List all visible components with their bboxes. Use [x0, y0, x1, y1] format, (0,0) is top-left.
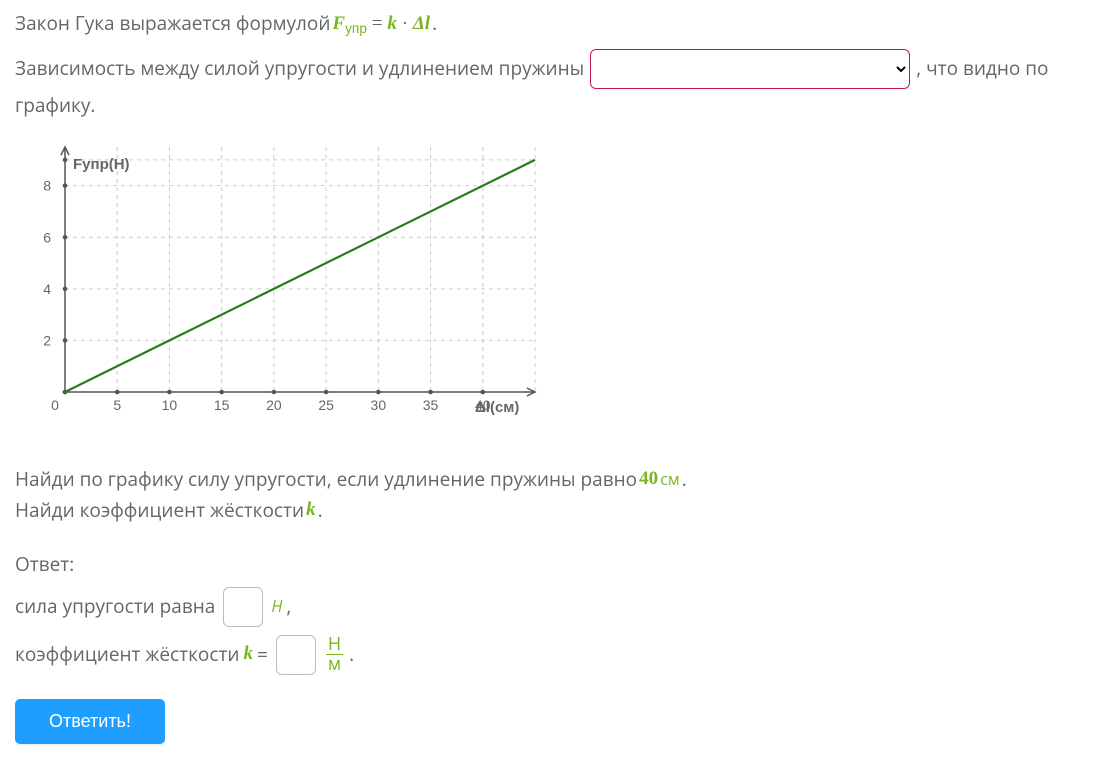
- answer-coeff-k: k: [243, 640, 253, 669]
- formula-sub: упр: [345, 21, 367, 36]
- dependency-before: Зависимость между силой упругости и удли…: [15, 54, 584, 83]
- svg-text:5: 5: [113, 397, 121, 413]
- chart-svg: 51015202530354024680Fупр(Н)Δl(см): [15, 137, 545, 437]
- dependency-select[interactable]: [590, 49, 910, 89]
- task1-after: .: [682, 465, 687, 494]
- svg-text:4: 4: [43, 281, 51, 297]
- formula-dot: ·: [402, 13, 413, 34]
- svg-text:25: 25: [318, 397, 334, 413]
- answer-force-before: сила упругости равна: [15, 592, 215, 621]
- svg-text:0: 0: [51, 397, 59, 413]
- task1-value: 40: [639, 465, 658, 494]
- svg-text:Δl(см): Δl(см): [475, 399, 519, 416]
- dependency-line: Зависимость между силой упругости и удли…: [15, 49, 1102, 89]
- coeff-input[interactable]: [276, 635, 316, 675]
- frac-den: м: [326, 655, 343, 674]
- svg-text:10: 10: [162, 397, 178, 413]
- task2-before: Найди коэффициент жёсткости: [15, 496, 304, 525]
- task1-unit: см: [660, 467, 680, 491]
- formula-F: F: [332, 13, 345, 34]
- task-line1: Найди по графику силу упругости, если уд…: [15, 465, 1102, 494]
- task2-after: .: [318, 496, 323, 525]
- formula: Fупр = k · Δl: [332, 8, 430, 39]
- formula-delta: Δ: [413, 13, 425, 34]
- svg-text:Fупр(Н): Fупр(Н): [73, 156, 130, 173]
- formula-k: k: [387, 13, 397, 34]
- svg-text:2: 2: [43, 332, 51, 348]
- answer-coeff-eq: =: [257, 640, 268, 669]
- formula-eq: =: [372, 13, 387, 34]
- task-line2: Найди коэффициент жёсткости k.: [15, 496, 1102, 525]
- svg-text:30: 30: [371, 397, 387, 413]
- svg-text:15: 15: [214, 397, 230, 413]
- svg-text:6: 6: [43, 229, 51, 245]
- svg-text:35: 35: [423, 397, 439, 413]
- intro-period: .: [432, 9, 437, 38]
- chart: 51015202530354024680Fупр(Н)Δl(см): [15, 137, 1102, 437]
- answer-force-unit: Н: [271, 594, 282, 618]
- submit-button[interactable]: Ответить!: [15, 699, 165, 744]
- task1-before: Найди по графику силу упругости, если уд…: [15, 465, 637, 494]
- dependency-after: , что видно по: [916, 54, 1048, 83]
- svg-text:8: 8: [43, 178, 51, 194]
- answer-force-after: ,: [286, 592, 291, 621]
- svg-text:20: 20: [266, 397, 282, 413]
- answer-coeff-row: коэффициент жёсткости k = Н м .: [15, 635, 1102, 675]
- formula-l: l: [425, 13, 430, 34]
- answer-coeff-after: .: [349, 640, 354, 669]
- task2-k: k: [306, 496, 316, 525]
- answer-header: Ответ:: [15, 550, 1102, 579]
- intro-text: Закон Гука выражается формулой: [15, 9, 330, 38]
- unit-fraction: Н м: [326, 635, 343, 674]
- dependency-line2: графику.: [15, 91, 1102, 120]
- force-input[interactable]: [223, 587, 263, 627]
- answer-force-row: сила упругости равна Н,: [15, 587, 1102, 627]
- answer-coeff-before: коэффициент жёсткости: [15, 640, 239, 669]
- intro-line: Закон Гука выражается формулой Fупр = k …: [15, 8, 1102, 39]
